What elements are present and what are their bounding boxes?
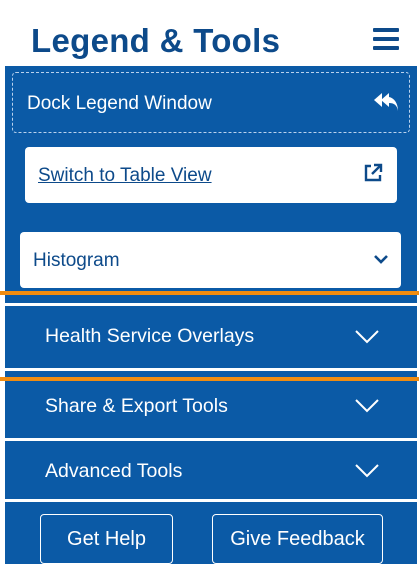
- get-help-button[interactable]: Get Help: [40, 514, 173, 564]
- focus-highlight-top: [0, 291, 419, 295]
- section-health-service-overlays[interactable]: Health Service Overlays: [5, 306, 417, 368]
- hamburger-menu-icon[interactable]: [373, 28, 399, 50]
- dock-legend-label: Dock Legend Window: [27, 93, 212, 114]
- chevron-down-icon: [355, 464, 379, 478]
- section-label: Advanced Tools: [45, 460, 183, 482]
- chart-type-value: Histogram: [33, 250, 120, 271]
- give-feedback-button[interactable]: Give Feedback: [212, 514, 383, 564]
- switch-table-view-label: Switch to Table View: [38, 165, 212, 186]
- section-label: Share & Export Tools: [45, 395, 228, 417]
- chart-type-select[interactable]: Histogram: [20, 232, 401, 288]
- section-advanced-tools[interactable]: Advanced Tools: [5, 441, 417, 497]
- section-share-export-tools[interactable]: Share & Export Tools: [5, 381, 417, 437]
- section-label: Health Service Overlays: [45, 325, 255, 347]
- panel-title: Legend & Tools: [31, 22, 281, 59]
- section-divider: [5, 303, 417, 306]
- legend-tools-panel: Legend & Tools Dock Legend Window Switch…: [0, 0, 419, 564]
- external-link-icon: [364, 163, 383, 182]
- chevron-down-icon: [355, 330, 379, 344]
- chevron-down-icon: [355, 399, 379, 413]
- switch-table-view-link[interactable]: Switch to Table View: [25, 147, 397, 203]
- chevron-down-icon: [374, 255, 388, 264]
- panel-header: Legend & Tools: [5, 8, 417, 66]
- section-divider: [5, 499, 417, 502]
- dock-legend-button[interactable]: Dock Legend Window: [12, 72, 410, 133]
- section-divider: [5, 368, 417, 371]
- reply-all-icon: [374, 93, 398, 111]
